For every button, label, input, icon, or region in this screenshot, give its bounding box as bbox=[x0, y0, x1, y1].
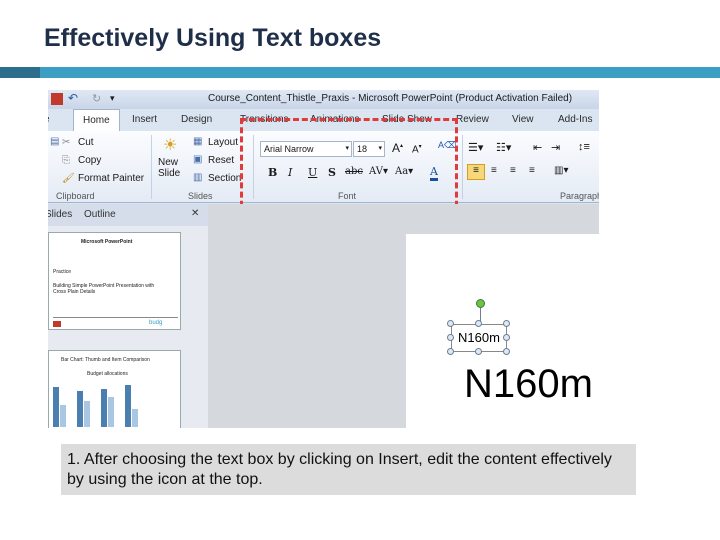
redo-icon[interactable]: ↻ bbox=[92, 92, 104, 105]
thumb-divider bbox=[53, 317, 178, 318]
resize-handle[interactable] bbox=[447, 348, 454, 355]
quick-access-toolbar: ↶ ↻ ▾ Course_Content_Thistle_Praxis - Mi… bbox=[48, 90, 599, 109]
thumb-bar bbox=[101, 389, 107, 427]
instruction-caption: 1. After choosing the text box by clicki… bbox=[61, 444, 636, 495]
title-accent-bar-dark bbox=[0, 67, 40, 78]
title-accent-bar bbox=[0, 67, 720, 78]
resize-handle[interactable] bbox=[475, 348, 482, 355]
tab-home[interactable]: Home bbox=[73, 109, 120, 131]
slide-thumbnail[interactable]: Microsoft PowerPoint Practice Building S… bbox=[48, 232, 181, 330]
increase-indent-icon[interactable]: ⇥ bbox=[551, 141, 560, 154]
font-group-highlight bbox=[240, 118, 458, 216]
thumb-heading: Bar Chart: Thumb and Item Comparison bbox=[61, 357, 150, 363]
thumb-bar bbox=[60, 405, 66, 427]
slide-title: Effectively Using Text boxes bbox=[44, 24, 382, 52]
customize-qat-icon[interactable]: ▾ bbox=[110, 93, 122, 105]
tab-outline[interactable]: Outline bbox=[84, 209, 116, 220]
slides-pane: Microsoft PowerPoint Practice Building S… bbox=[48, 226, 208, 428]
decrease-indent-icon[interactable]: ⇤ bbox=[533, 141, 542, 154]
paste-icon[interactable]: ▤ bbox=[50, 136, 59, 147]
large-text-preview: N160m bbox=[464, 362, 593, 406]
align-right-icon[interactable]: ≡ bbox=[510, 165, 516, 176]
resize-handle[interactable] bbox=[475, 320, 482, 327]
thumb-chart-title: Budget allocations bbox=[87, 371, 128, 377]
numbering-icon[interactable]: ☷▾ bbox=[496, 141, 511, 154]
slides-outline-tabs: Slides Outline ✕ bbox=[48, 204, 208, 226]
undo-icon[interactable]: ↶ bbox=[68, 91, 80, 105]
format-painter-button[interactable]: Format Painter bbox=[78, 173, 144, 184]
thumb-bar bbox=[84, 401, 90, 427]
text-box-content: N160m bbox=[458, 330, 500, 345]
window-title: Course_Content_Thistle_Praxis - Microsof… bbox=[208, 93, 573, 104]
section-button[interactable]: Section bbox=[208, 173, 241, 184]
cut-icon: ✂ bbox=[62, 137, 71, 148]
slide-thumbnail[interactable]: Bar Chart: Thumb and Item Comparison Bud… bbox=[48, 350, 181, 428]
logo-icon bbox=[53, 321, 61, 327]
new-slide-icon: ☀ bbox=[163, 137, 178, 154]
tab-insert[interactable]: Insert bbox=[132, 114, 157, 125]
copy-button[interactable]: Copy bbox=[78, 155, 101, 166]
thumb-bar bbox=[53, 387, 59, 427]
resize-handle[interactable] bbox=[447, 334, 454, 341]
cut-button[interactable]: Cut bbox=[78, 137, 94, 148]
save-icon[interactable] bbox=[51, 93, 63, 105]
thumb-bar bbox=[77, 391, 83, 427]
rotation-handle[interactable] bbox=[476, 299, 485, 308]
tab-file[interactable]: e bbox=[48, 114, 50, 125]
thumb-heading: Microsoft PowerPoint bbox=[81, 239, 133, 245]
slide-editing-canvas: N160m N160m bbox=[208, 204, 599, 428]
thumb-line: Practice bbox=[53, 269, 72, 275]
powerpoint-screenshot: ↶ ↻ ▾ Course_Content_Thistle_Praxis - Mi… bbox=[48, 90, 599, 428]
layout-icon: ▦ bbox=[193, 136, 203, 147]
thumb-line: Building Simple PowerPoint Presentation … bbox=[53, 283, 155, 295]
format-painter-icon: 🖌 bbox=[62, 173, 75, 184]
thumb-bar bbox=[125, 385, 131, 427]
clipboard-group-label: Clipboard bbox=[56, 191, 95, 201]
reset-icon: ▣ bbox=[193, 154, 203, 165]
layout-button[interactable]: Layout bbox=[208, 137, 238, 148]
tab-add-ins[interactable]: Add-Ins bbox=[558, 114, 592, 125]
slides-group-label: Slides bbox=[188, 191, 213, 201]
justify-icon[interactable]: ≡ bbox=[529, 165, 535, 176]
new-slide-button[interactable]: New Slide bbox=[158, 157, 188, 179]
line-spacing-icon[interactable]: ↕≡ bbox=[578, 141, 590, 153]
tab-review[interactable]: Review bbox=[456, 114, 489, 125]
logo-icon: budg bbox=[149, 320, 163, 326]
current-slide[interactable]: N160m N160m bbox=[406, 234, 599, 428]
separator bbox=[462, 135, 463, 199]
thumb-bar bbox=[108, 397, 114, 427]
align-center-icon[interactable]: ≡ bbox=[491, 165, 497, 176]
thumb-bar bbox=[132, 409, 138, 427]
tab-view[interactable]: View bbox=[512, 114, 534, 125]
resize-handle[interactable] bbox=[447, 320, 454, 327]
separator bbox=[151, 135, 152, 199]
columns-icon[interactable]: ▥▾ bbox=[554, 165, 568, 176]
resize-handle[interactable] bbox=[503, 320, 510, 327]
resize-handle[interactable] bbox=[503, 334, 510, 341]
resize-handle[interactable] bbox=[503, 348, 510, 355]
section-icon: ▥ bbox=[193, 172, 203, 183]
reset-button[interactable]: Reset bbox=[208, 155, 234, 166]
copy-icon: ⎘ bbox=[62, 155, 70, 166]
tab-design[interactable]: Design bbox=[181, 114, 212, 125]
bullets-icon[interactable]: ☰▾ bbox=[468, 141, 483, 154]
tab-slides[interactable]: Slides bbox=[48, 209, 72, 220]
close-icon[interactable]: ✕ bbox=[191, 208, 199, 219]
paragraph-group-label: Paragraph bbox=[560, 191, 599, 201]
align-left-icon[interactable]: ≡ bbox=[467, 164, 485, 180]
